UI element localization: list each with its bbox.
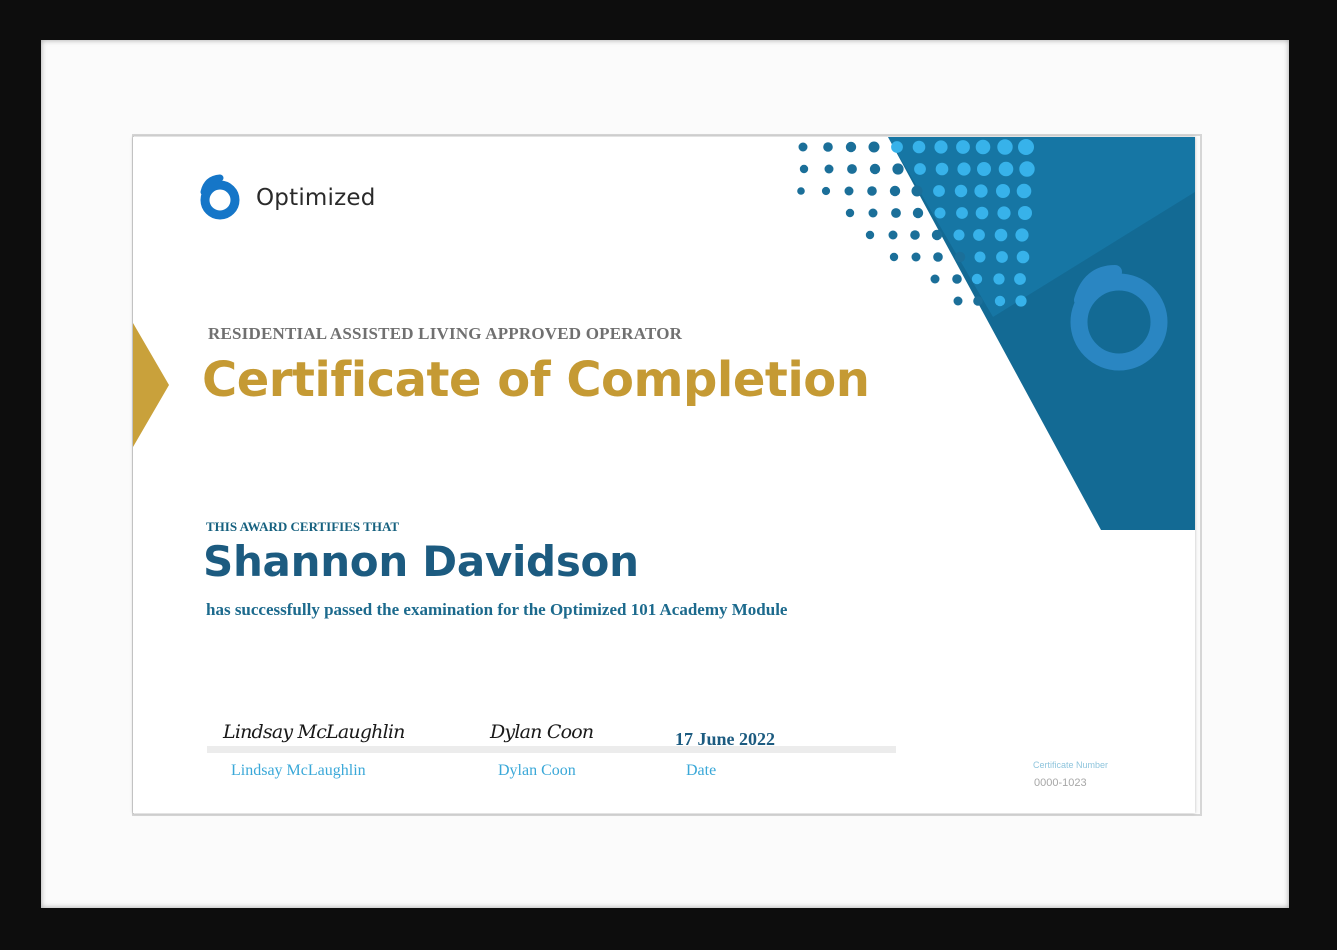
decor-dot	[974, 184, 988, 198]
decor-dot	[868, 208, 878, 218]
decor-dot	[934, 207, 946, 219]
decor-dot	[933, 252, 943, 262]
decor-dot	[911, 185, 923, 197]
decor-dot	[953, 296, 963, 306]
decor-dot	[797, 187, 805, 195]
decor-dot	[954, 251, 966, 263]
decor-dot	[891, 141, 903, 153]
blue-geometric-decoration	[797, 137, 1195, 530]
decor-dot	[952, 274, 962, 284]
decor-dot	[865, 230, 875, 240]
decor-dot	[821, 186, 831, 196]
decor-dot	[973, 296, 983, 306]
date-label: Date	[686, 762, 717, 779]
decor-dot	[994, 295, 1006, 307]
decor-dot	[997, 206, 1011, 220]
decor-dot	[892, 163, 904, 175]
decor-dot	[910, 230, 920, 240]
decor-dot	[845, 141, 857, 153]
certificate: Optimized RESIDENTIAL ASSISTED LIVING AP…	[133, 137, 1195, 813]
decor-dot	[1018, 206, 1032, 220]
decor-dot	[912, 207, 924, 219]
decor-dot	[889, 185, 901, 197]
decor-dot	[1015, 295, 1027, 307]
decor-dot	[993, 273, 1005, 285]
certificate-number-label: Certificate Number	[1033, 760, 1109, 770]
decor-dot	[996, 251, 1008, 263]
decor-dot	[971, 273, 983, 285]
decor-dot	[867, 186, 877, 196]
decor-dot	[973, 229, 985, 241]
decor-dot	[1018, 139, 1034, 155]
decor-dot	[954, 184, 968, 198]
gold-triangle-accent	[133, 323, 169, 447]
certificate-subtitle: RESIDENTIAL ASSISTED LIVING APPROVED OPE…	[208, 324, 683, 343]
decor-dot	[957, 162, 971, 176]
decor-dot	[889, 252, 899, 262]
decor-dot	[994, 228, 1008, 242]
signer-label-dylan: Dylan Coon	[498, 762, 576, 779]
decor-dot	[934, 140, 948, 154]
decor-dot	[956, 140, 970, 154]
certificate-number: 0000-1023	[1034, 777, 1087, 789]
decor-dot	[1016, 250, 1030, 264]
decor-dot	[824, 164, 834, 174]
signature-lindsay: Lindsay McLaughlin	[223, 721, 405, 743]
brand-name: Optimized	[256, 185, 376, 211]
decor-dot	[1014, 273, 1026, 285]
decor-dot	[975, 139, 991, 155]
signature-dylan: Dylan Coon	[490, 721, 594, 743]
decor-dot	[911, 252, 921, 262]
decor-dot	[1015, 228, 1029, 242]
signature-line	[207, 746, 896, 753]
recipient-name: Shannon Davidson	[203, 537, 639, 586]
decor-dot	[931, 229, 943, 241]
certificate-title: Certificate of Completion	[202, 352, 870, 408]
decor-dot	[933, 185, 945, 197]
certifies-text: THIS AWARD CERTIFIES THAT	[206, 519, 400, 534]
signer-label-lindsay: Lindsay McLaughlin	[231, 762, 366, 779]
brand-logo: Optimized	[198, 173, 376, 223]
decor-dot	[799, 164, 809, 174]
decor-dot	[845, 208, 855, 218]
decor-dot	[935, 162, 949, 176]
decor-dot	[868, 141, 880, 153]
decor-dot	[974, 251, 986, 263]
decor-dot	[930, 274, 940, 284]
decor-dot	[914, 163, 926, 175]
decor-dot	[823, 142, 833, 152]
decor-dot	[998, 161, 1014, 177]
decor-dot	[996, 184, 1010, 198]
decor-dot	[953, 229, 965, 241]
achievement-text: has successfully passed the examination …	[206, 600, 788, 619]
decor-dot	[1019, 161, 1035, 177]
decor-dot	[847, 164, 857, 174]
optimized-logo-icon	[200, 174, 240, 220]
decor-dot	[975, 206, 989, 220]
decor-dot	[888, 230, 898, 240]
decor-dot	[912, 140, 926, 154]
completion-date: 17 June 2022	[675, 729, 776, 749]
decor-dot	[977, 162, 991, 176]
decor-dot	[1016, 183, 1032, 199]
decor-dot	[869, 163, 881, 175]
decor-dot	[997, 139, 1013, 155]
decor-dot	[891, 208, 901, 218]
decor-dot	[844, 186, 854, 196]
decor-dot	[798, 142, 808, 152]
decor-dot	[956, 207, 968, 219]
